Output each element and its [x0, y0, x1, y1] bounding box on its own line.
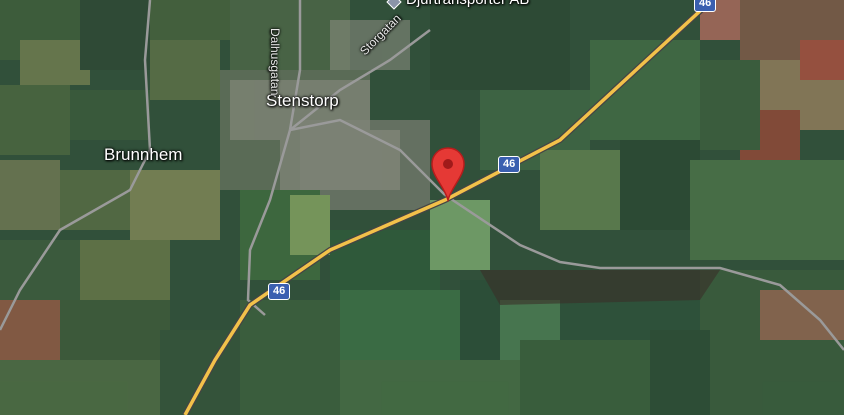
street-label-dalhusgatan: Dalhusgatan — [268, 28, 282, 96]
poi-label[interactable]: Djurtransporter AB — [406, 0, 529, 8]
route-shield: 46 — [268, 283, 291, 300]
route-shield: 46 — [498, 156, 521, 173]
satellite-imagery — [0, 0, 844, 415]
route-shield: 46 — [694, 0, 717, 12]
diamond-place-icon[interactable] — [386, 0, 402, 10]
place-label-brunnhem[interactable]: Brunnhem — [104, 145, 182, 165]
map-canvas[interactable]: Stenstorp Brunnhem Storgatan Dalhusgatan… — [0, 0, 844, 415]
map-pin-icon[interactable] — [430, 146, 466, 202]
